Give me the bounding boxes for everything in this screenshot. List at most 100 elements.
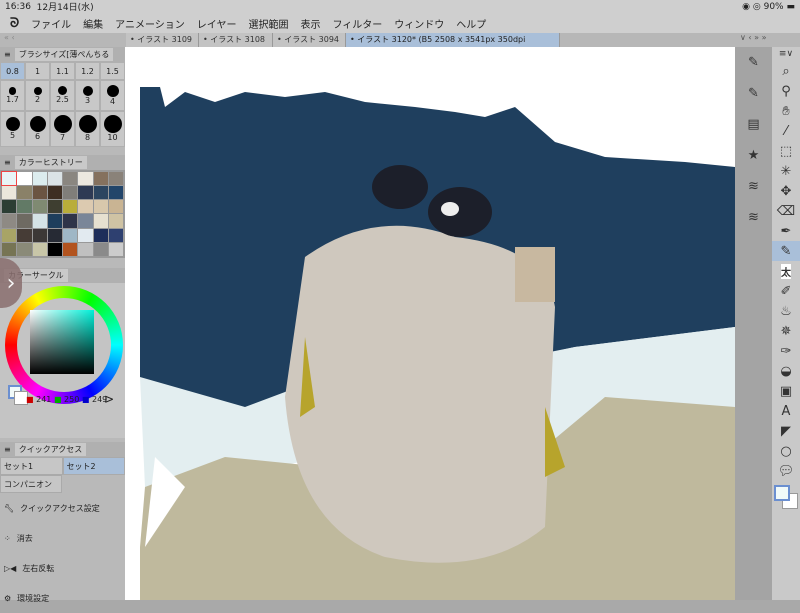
frame-tool-icon[interactable]: ◤ [772, 421, 800, 441]
color-history-swatch[interactable] [2, 186, 17, 200]
main-color-swatch-toolbar[interactable] [774, 485, 790, 501]
decoration-tool-icon[interactable]: ✑ [772, 341, 800, 361]
hand-tool-icon[interactable]: ✋︎ [772, 101, 800, 121]
color-history-swatch[interactable] [93, 186, 108, 200]
tab-3094[interactable]: • イラスト 3094 [273, 33, 346, 47]
color-history-swatch[interactable] [32, 242, 47, 256]
toolbar-menu-icon[interactable]: ≡∨ [772, 47, 800, 61]
color-history-swatch[interactable] [2, 228, 17, 242]
brush-size-2.5[interactable]: 2.5 [50, 80, 75, 111]
material-folder-icon[interactable]: ★ [735, 140, 772, 171]
color-history-swatch[interactable] [32, 200, 47, 214]
menu-filter[interactable]: フィルター [332, 16, 382, 31]
menu-edit[interactable]: 編集 [83, 16, 103, 31]
color-history-swatch[interactable] [17, 172, 32, 186]
color-history-swatch[interactable] [47, 172, 62, 186]
color-history-swatch[interactable] [63, 172, 78, 186]
saturation-value-square[interactable] [30, 310, 94, 374]
balloon-tool-icon[interactable]: 💬︎ [772, 461, 800, 481]
brush-size-6[interactable]: 6 [25, 110, 50, 147]
selection-tool-icon[interactable]: ⬚ [772, 141, 800, 161]
brush-size-10[interactable]: 10 [100, 110, 125, 147]
color-history-swatch[interactable] [2, 214, 17, 228]
color-history-swatch[interactable] [47, 200, 62, 214]
tab-3120[interactable]: • イラスト 3120* (B5 2508 x 3541px 350dpi 13… [346, 33, 560, 58]
color-history-swatch[interactable] [32, 172, 47, 186]
brush-size-3[interactable]: 3 [75, 80, 100, 111]
color-history-swatch[interactable] [0, 170, 18, 187]
brush-size-4[interactable]: 4 [100, 80, 125, 111]
color-history-swatch[interactable] [93, 214, 108, 228]
color-history-swatch[interactable] [47, 242, 62, 256]
app-logo-icon[interactable]: ᘐ [10, 16, 19, 31]
color-circle[interactable]: ■ 241 ■ 250 ■ 249 ⊳ [0, 283, 125, 438]
eraser-tool-icon[interactable]: ⌫ [772, 201, 800, 221]
color-history-swatch[interactable] [47, 228, 62, 242]
set1-button[interactable]: セット1 [0, 457, 63, 475]
brush-settings-icon[interactable]: ✎ [735, 78, 772, 109]
brush-size-0.8[interactable]: 0.8 [0, 62, 25, 81]
clear-item[interactable]: ⁘ 消去 [0, 523, 125, 553]
tab-3108[interactable]: • イラスト 3108 [199, 33, 273, 47]
layer-property-icon[interactable]: ≋ [735, 202, 772, 233]
menu-file[interactable]: ファイル [31, 16, 71, 31]
magic-wand-icon[interactable]: ✳ [772, 161, 800, 181]
play-icon[interactable]: ⊳ [104, 392, 114, 406]
color-history-swatch[interactable] [93, 172, 108, 186]
brush-tool-icon[interactable]: ✐ [772, 281, 800, 301]
menu-window[interactable]: ウィンドウ [394, 16, 444, 31]
color-history-swatch[interactable] [47, 186, 62, 200]
color-history-swatch[interactable] [108, 214, 123, 228]
thick-brush-icon[interactable]: 太 [772, 261, 800, 281]
brush-size-1.7[interactable]: 1.7 [0, 80, 25, 111]
layers-icon[interactable]: ≋ [735, 171, 772, 202]
brush-size-2[interactable]: 2 [25, 80, 50, 111]
color-history-swatch[interactable] [2, 200, 17, 214]
menu-animation[interactable]: アニメーション [115, 16, 185, 31]
color-history-swatch[interactable] [63, 228, 78, 242]
menu-icon[interactable]: ≡ [4, 50, 11, 59]
brush-list-icon[interactable]: ✎ [735, 47, 772, 78]
airbrush-tool-icon[interactable]: ✵ [772, 321, 800, 341]
color-history-swatch[interactable] [108, 242, 123, 256]
pen-tool-icon[interactable]: ✒ [772, 221, 800, 241]
gradient-tool-icon[interactable]: ▣ [772, 381, 800, 401]
color-history-swatch[interactable] [78, 242, 93, 256]
menu-selection[interactable]: 選択範囲 [248, 16, 288, 31]
color-history-swatch[interactable] [32, 228, 47, 242]
color-history-swatch[interactable] [108, 200, 123, 214]
companion-button[interactable]: コンパニオン [0, 475, 62, 493]
timeline-icon[interactable]: ▤ [735, 109, 772, 140]
color-history-swatch[interactable] [2, 242, 17, 256]
color-history-swatch[interactable] [17, 214, 32, 228]
blend-tool-icon[interactable]: ♨ [772, 301, 800, 321]
brush-size-1.1[interactable]: 1.1 [50, 62, 75, 81]
color-history-swatch[interactable] [47, 214, 62, 228]
pencil-tool-icon[interactable]: ✎ [772, 241, 800, 261]
color-history-swatch[interactable] [78, 228, 93, 242]
operation-tool-icon[interactable]: ⚲ [772, 81, 800, 101]
color-history-swatch[interactable] [108, 186, 123, 200]
color-history-swatch[interactable] [63, 200, 78, 214]
color-history-swatch[interactable] [63, 186, 78, 200]
brush-size-1[interactable]: 1 [25, 62, 50, 81]
set2-button[interactable]: セット2 [62, 457, 125, 475]
brush-size-7[interactable]: 7 [50, 110, 75, 147]
color-history-swatch[interactable] [32, 186, 47, 200]
menu-layer[interactable]: レイヤー [197, 16, 237, 31]
tab-nav-icons[interactable]: ∨ ‹ » » [740, 33, 766, 42]
color-history-swatch[interactable] [78, 186, 93, 200]
text-tool-icon[interactable]: A [772, 401, 800, 421]
color-history-swatch[interactable] [63, 242, 78, 256]
flip-horizontal-item[interactable]: ▷◀ 左右反転 [0, 553, 125, 583]
scroll-left-icon[interactable]: « ‹ [4, 33, 15, 42]
color-history-swatch[interactable] [17, 242, 32, 256]
brush-size-5[interactable]: 5 [0, 110, 25, 147]
move-tool-icon[interactable]: ✥ [772, 181, 800, 201]
brush-size-1.2[interactable]: 1.2 [75, 62, 100, 81]
color-history-swatch[interactable] [78, 200, 93, 214]
figure-tool-icon[interactable]: ○ [772, 441, 800, 461]
brush-size-8[interactable]: 8 [75, 110, 100, 147]
color-history-swatch[interactable] [32, 214, 47, 228]
color-history-swatch[interactable] [93, 242, 108, 256]
